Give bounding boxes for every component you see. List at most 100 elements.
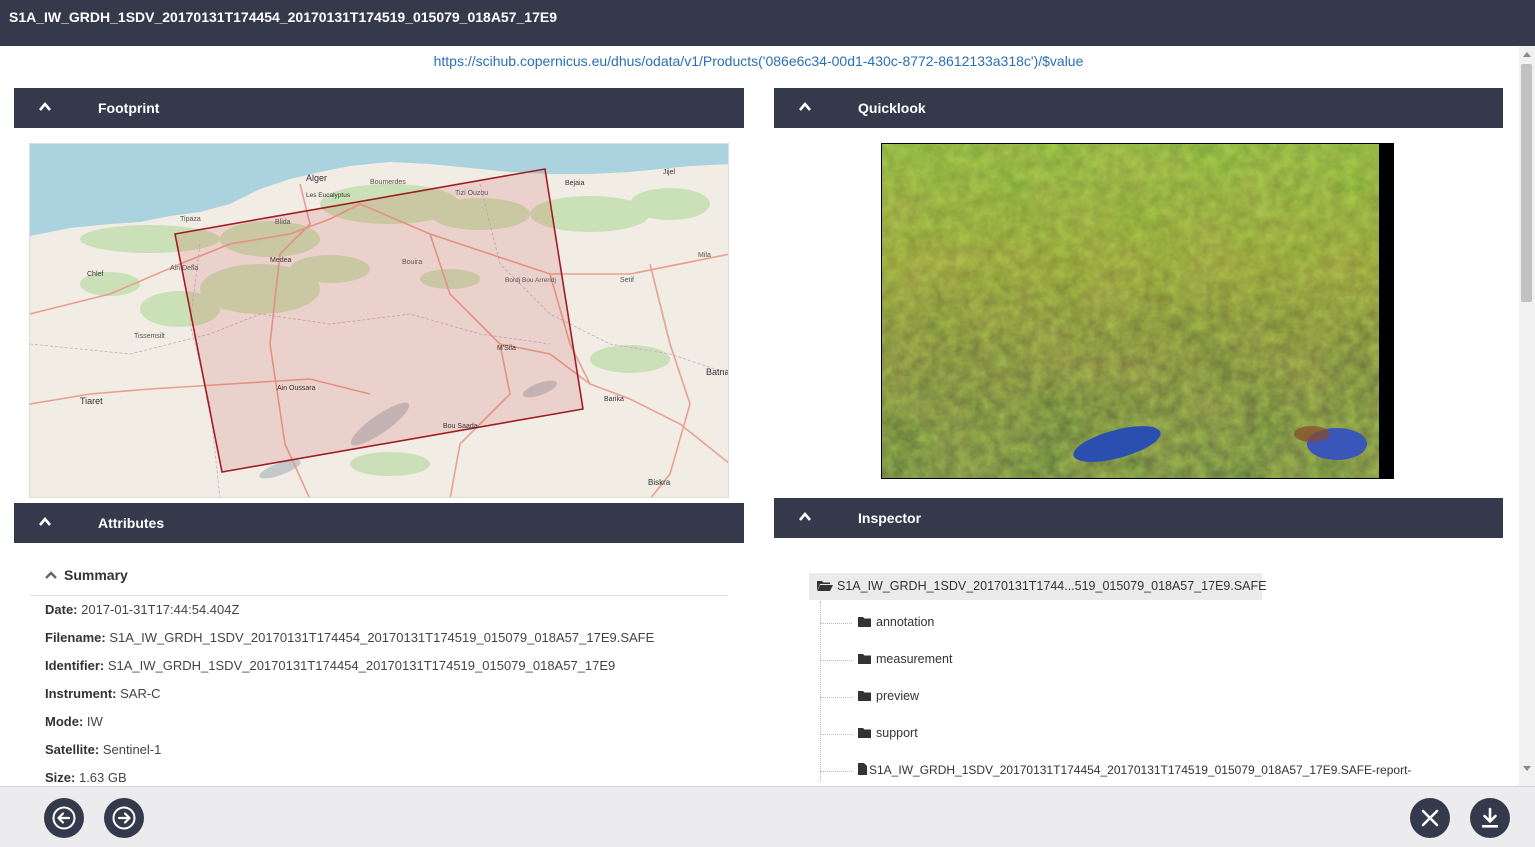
attr-value: S1A_IW_GRDH_1SDV_20170131T174454_2017013…: [107, 658, 616, 673]
map-label-barika: Barika: [604, 396, 624, 403]
attr-label: Identifier:: [45, 658, 105, 673]
tree-item-annotation[interactable]: annotation: [858, 615, 934, 629]
previous-product-button[interactable]: [44, 798, 84, 838]
summary-heading: Summary: [64, 567, 128, 583]
product-details-content: https://scihub.copernicus.eu/dhus/odata/…: [0, 46, 1519, 786]
attr-label: Instrument:: [45, 686, 117, 701]
quicklook-panel-header[interactable]: Quicklook: [774, 88, 1503, 128]
tree-root-node[interactable]: S1A_IW_GRDH_1SDV_20170131T1744...519_015…: [809, 573, 1266, 600]
tree-branch-line: [820, 660, 852, 661]
download-icon: [1482, 807, 1498, 828]
attr-satellite: Satellite: Sentinel-1: [45, 742, 161, 757]
map-label-bordj-bou-arreridj: Bordj Bou Arreridj: [505, 277, 556, 284]
attr-label: Satellite:: [45, 742, 100, 757]
tree-item-label: preview: [876, 689, 920, 703]
chevron-up-icon: [45, 571, 57, 579]
map-label-setif: Setif: [620, 277, 634, 284]
map-label-tizi-ouzou: Tizi Ouzou: [455, 190, 488, 197]
attr-label: Filename:: [45, 630, 106, 645]
close-button[interactable]: [1410, 798, 1450, 838]
tree-item-label: measurement: [876, 652, 953, 666]
attr-value: SAR-C: [120, 686, 161, 701]
tree-item-label: S1A_IW_GRDH_1SDV_20170131T174454_2017013…: [869, 763, 1412, 777]
summary-divider: [30, 595, 728, 596]
attr-label: Date:: [45, 602, 78, 617]
window-title-bar: S1A_IW_GRDH_1SDV_20170131T174454_2017013…: [0, 0, 1535, 46]
map-label-ain-oussara: Ain Oussara: [277, 385, 316, 392]
chevron-up-icon[interactable]: [38, 100, 52, 114]
tree-item-report-file[interactable]: S1A_IW_GRDH_1SDV_20170131T174454_2017013…: [858, 763, 1411, 777]
map-label-bouira: Bouira: [402, 259, 422, 266]
next-product-button[interactable]: [104, 798, 144, 838]
tree-branch-line: [820, 623, 852, 624]
download-button[interactable]: [1470, 798, 1510, 838]
window-title: S1A_IW_GRDH_1SDV_20170131T174454_2017013…: [9, 9, 557, 25]
attr-value: IW: [86, 714, 103, 729]
page-scrollbar[interactable]: [1519, 46, 1535, 786]
folder-icon: [858, 617, 871, 627]
map-canvas: Alger Les Eucalyptus Boumerdes Tizi Ouzo…: [30, 144, 729, 497]
scroll-down-arrow-icon[interactable]: [1523, 766, 1531, 771]
attr-label: Size:: [45, 770, 76, 785]
attr-value: Sentinel-1: [102, 742, 162, 757]
map-label-msila: M'Sila: [497, 345, 516, 352]
close-icon: [1421, 809, 1439, 827]
map-label-boumerdes: Boumerdes: [370, 179, 406, 186]
map-label-tipaza: Tipaza: [180, 216, 201, 223]
download-url-link[interactable]: https://scihub.copernicus.eu/dhus/odata/…: [0, 53, 1517, 69]
tree-item-support[interactable]: support: [858, 726, 918, 740]
map-label-tiaret: Tiaret: [80, 396, 103, 406]
folder-icon: [858, 728, 871, 738]
attr-date: Date: 2017-01-31T17:44:54.404Z: [45, 602, 239, 617]
folder-open-icon: [817, 581, 833, 591]
quicklook-panel-title: Quicklook: [858, 100, 926, 116]
map-label-mila: Mila: [698, 252, 711, 259]
attr-label: Mode:: [45, 714, 84, 729]
chevron-up-icon[interactable]: [798, 100, 812, 114]
map-label-les-eucalyptus: Les Eucalyptus: [306, 192, 351, 199]
map-label-blida: Blida: [275, 219, 291, 226]
attributes-panel-title: Attributes: [98, 515, 165, 531]
attr-value: S1A_IW_GRDH_1SDV_20170131T174454_2017013…: [109, 630, 655, 645]
attr-identifier: Identifier: S1A_IW_GRDH_1SDV_20170131T17…: [45, 658, 615, 673]
attr-filename: Filename: S1A_IW_GRDH_1SDV_20170131T1744…: [45, 630, 654, 645]
tree-branch-line: [820, 771, 852, 772]
tree-item-preview[interactable]: preview: [858, 689, 919, 703]
folder-icon: [858, 691, 871, 701]
footer-bar: [0, 786, 1535, 847]
inspector-panel-title: Inspector: [858, 510, 922, 526]
tree-root-label: S1A_IW_GRDH_1SDV_20170131T1744...519_015…: [837, 579, 1267, 593]
attributes-panel-header[interactable]: Attributes: [14, 503, 744, 543]
map-label-batna: Batna: [706, 367, 729, 377]
arrow-left-icon: [52, 806, 76, 830]
map-label-biskra: Biskra: [648, 478, 671, 487]
tree-guide-line: [820, 601, 821, 781]
map-label-medea: Medea: [270, 257, 292, 264]
tree-item-measurement[interactable]: measurement: [858, 652, 952, 666]
attr-mode: Mode: IW: [45, 714, 103, 729]
scroll-thumb[interactable]: [1521, 64, 1532, 302]
tree-item-label: annotation: [876, 615, 935, 629]
map-label-bejaia: Bejaia: [565, 180, 585, 187]
chevron-up-icon[interactable]: [38, 515, 52, 529]
chevron-up-icon[interactable]: [798, 510, 812, 524]
map-label-jijel: Jijel: [663, 169, 676, 176]
summary-toggle[interactable]: Summary: [44, 567, 128, 583]
inspector-panel-header[interactable]: Inspector: [774, 498, 1503, 538]
attr-instrument: Instrument: SAR-C: [45, 686, 161, 701]
map-label-bou-saada: Bou Saada: [443, 423, 478, 430]
tree-branch-line: [820, 734, 852, 735]
scroll-up-arrow-icon[interactable]: [1523, 52, 1531, 57]
map-label-alger: Alger: [306, 173, 327, 183]
footprint-panel-header[interactable]: Footprint: [14, 88, 744, 128]
footprint-map[interactable]: Alger Les Eucalyptus Boumerdes Tizi Ouzo…: [29, 143, 729, 498]
quicklook-raster: [882, 144, 1393, 478]
map-label-ain-defla: Ain Defla: [170, 265, 199, 272]
tree-branch-line: [820, 697, 852, 698]
map-label-tissemsilt: Tissemsilt: [134, 333, 165, 340]
arrow-right-icon: [112, 806, 136, 830]
quicklook-image: [881, 143, 1394, 479]
tree-item-label: support: [876, 726, 918, 740]
map-label-chlef: Chlef: [87, 271, 103, 278]
folder-icon: [858, 654, 871, 664]
